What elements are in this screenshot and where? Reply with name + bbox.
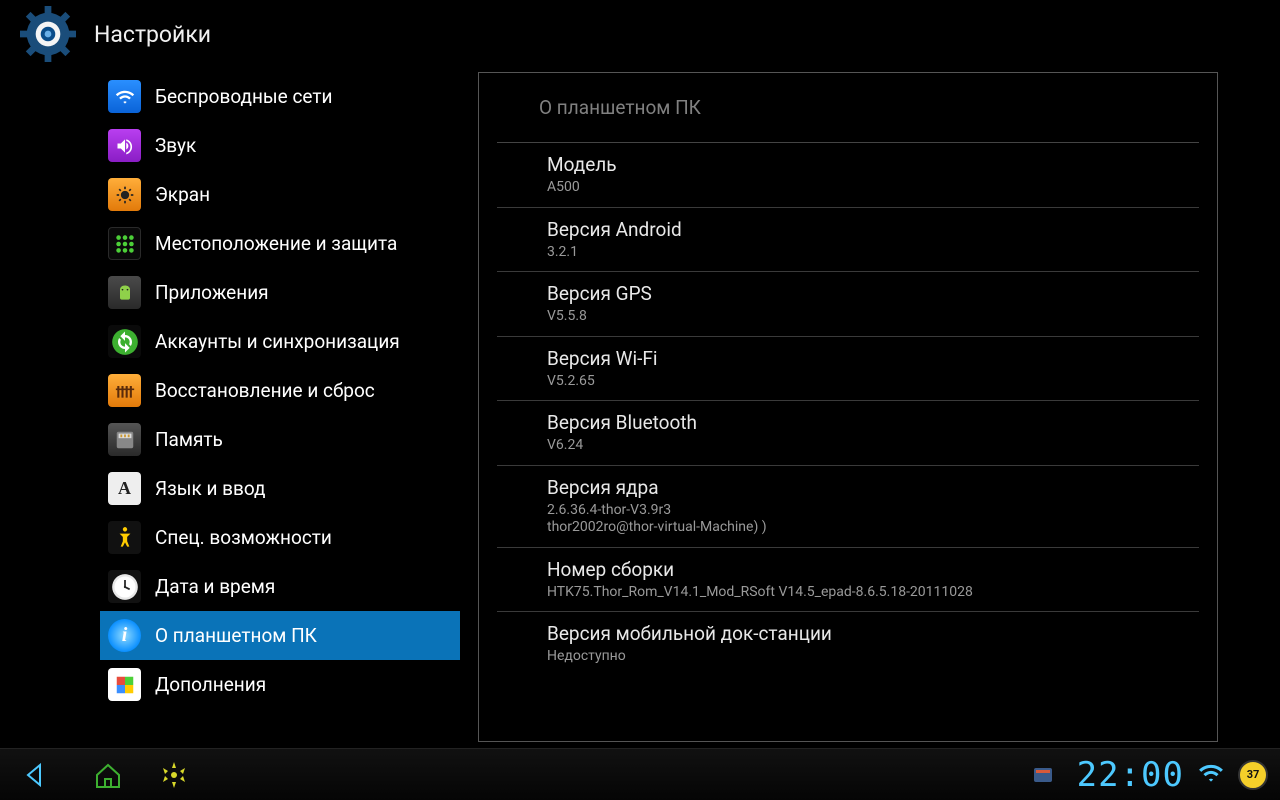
detail-label: Версия ядра bbox=[547, 476, 1199, 499]
sidebar-item-label: Звук bbox=[155, 134, 196, 157]
detail-row-gps-version[interactable]: Версия GPS V5.5.8 bbox=[497, 272, 1199, 337]
sidebar-item-label: Язык и ввод bbox=[155, 477, 266, 500]
detail-row-wifi-version[interactable]: Версия Wi-Fi V5.2.65 bbox=[497, 337, 1199, 402]
sidebar-item-label: О планшетном ПК bbox=[155, 624, 317, 647]
sidebar-item-accounts-sync[interactable]: Аккаунты и синхронизация bbox=[100, 317, 460, 366]
detail-row-model[interactable]: Модель A500 bbox=[497, 143, 1199, 208]
sidebar-item-label: Аккаунты и синхронизация bbox=[155, 330, 400, 353]
sidebar-item-display[interactable]: Экран bbox=[100, 170, 460, 219]
sidebar-item-storage[interactable]: Память bbox=[100, 415, 460, 464]
battery-status[interactable]: 37 bbox=[1238, 760, 1268, 790]
recent-apps-button[interactable] bbox=[154, 755, 194, 795]
detail-value: 3.2.1 bbox=[547, 244, 1199, 262]
sidebar-item-label: Восстановление и сброс bbox=[155, 379, 375, 402]
wifi-icon bbox=[108, 80, 141, 113]
sidebar-item-date-time[interactable]: Дата и время bbox=[100, 562, 460, 611]
accessibility-icon bbox=[108, 521, 141, 554]
detail-value: V5.2.65 bbox=[547, 373, 1199, 391]
detail-value: HTK75.Thor_Rom_V14.1_Mod_RSoft V14.5_epa… bbox=[547, 584, 1199, 602]
sidebar-item-apps[interactable]: Приложения bbox=[100, 268, 460, 317]
detail-label: Модель bbox=[547, 153, 1199, 176]
sidebar-item-about-tablet[interactable]: i О планшетном ПК bbox=[100, 611, 460, 660]
sidebar-item-accessibility[interactable]: Спец. возможности bbox=[100, 513, 460, 562]
system-navbar: 22:00 37 bbox=[0, 748, 1280, 800]
sidebar-item-sound[interactable]: Звук bbox=[100, 121, 460, 170]
detail-value: V6.24 bbox=[547, 437, 1199, 455]
sidebar-item-label: Дата и время bbox=[155, 575, 275, 598]
backup-icon bbox=[108, 374, 141, 407]
detail-label: Номер сборки bbox=[547, 558, 1199, 581]
detail-row-android-version[interactable]: Версия Android 3.2.1 bbox=[497, 208, 1199, 273]
detail-label: Версия Android bbox=[547, 218, 1199, 241]
detail-value: V5.5.8 bbox=[547, 308, 1199, 326]
sound-icon bbox=[108, 129, 141, 162]
detail-label: Версия Wi-Fi bbox=[547, 347, 1199, 370]
detail-value: A500 bbox=[547, 179, 1199, 197]
settings-sidebar: Беспроводные сети Звук Экран Местоположе… bbox=[100, 72, 460, 750]
detail-label: Версия мобильной док-станции bbox=[547, 622, 1199, 645]
detail-label: Версия GPS bbox=[547, 282, 1199, 305]
sidebar-item-label: Спец. возможности bbox=[155, 526, 332, 549]
sidebar-item-label: Приложения bbox=[155, 281, 269, 304]
detail-label: Версия Bluetooth bbox=[547, 411, 1199, 434]
sidebar-item-wireless[interactable]: Беспроводные сети bbox=[100, 72, 460, 121]
sidebar-item-label: Беспроводные сети bbox=[155, 85, 333, 108]
sidebar-item-label: Экран bbox=[155, 183, 210, 206]
page-title: Настройки bbox=[94, 21, 211, 48]
panel-title: О планшетном ПК bbox=[497, 73, 1199, 143]
back-button[interactable] bbox=[22, 755, 62, 795]
sidebar-item-addons[interactable]: Дополнения bbox=[100, 660, 460, 709]
security-icon bbox=[108, 227, 141, 260]
detail-row-bluetooth-version[interactable]: Версия Bluetooth V6.24 bbox=[497, 401, 1199, 466]
apps-icon bbox=[108, 276, 141, 309]
detail-value: 2.6.36.4-thor-V3.9r3 thor2002ro@thor-vir… bbox=[547, 502, 1199, 537]
app-header: Настройки bbox=[0, 0, 1280, 72]
sidebar-item-label: Местоположение и защита bbox=[155, 232, 397, 255]
settings-gear-icon bbox=[20, 6, 76, 62]
main-content: Беспроводные сети Звук Экран Местоположе… bbox=[0, 72, 1280, 750]
brightness-icon bbox=[108, 178, 141, 211]
sidebar-item-backup-reset[interactable]: Восстановление и сброс bbox=[100, 366, 460, 415]
detail-value: Недоступно bbox=[547, 648, 1199, 666]
home-button[interactable] bbox=[88, 755, 128, 795]
language-icon: A bbox=[108, 472, 141, 505]
notification-icon[interactable] bbox=[1023, 755, 1063, 795]
sidebar-item-language-input[interactable]: A Язык и ввод bbox=[100, 464, 460, 513]
detail-panel: О планшетном ПК Модель A500 Версия Andro… bbox=[478, 72, 1218, 742]
info-icon: i bbox=[108, 619, 141, 652]
status-clock[interactable]: 22:00 bbox=[1077, 755, 1184, 795]
sidebar-item-label: Дополнения bbox=[155, 673, 266, 696]
wifi-status-icon[interactable] bbox=[1198, 762, 1224, 788]
sync-icon bbox=[108, 325, 141, 358]
sidebar-item-location-security[interactable]: Местоположение и защита bbox=[100, 219, 460, 268]
detail-row-kernel-version[interactable]: Версия ядра 2.6.36.4-thor-V3.9r3 thor200… bbox=[497, 466, 1199, 548]
storage-icon bbox=[108, 423, 141, 456]
detail-row-dock-version[interactable]: Версия мобильной док-станции Недоступно bbox=[497, 612, 1199, 676]
detail-row-build-number[interactable]: Номер сборки HTK75.Thor_Rom_V14.1_Mod_RS… bbox=[497, 548, 1199, 613]
clock-icon bbox=[108, 570, 141, 603]
addons-icon bbox=[108, 668, 141, 701]
sidebar-item-label: Память bbox=[155, 428, 223, 451]
